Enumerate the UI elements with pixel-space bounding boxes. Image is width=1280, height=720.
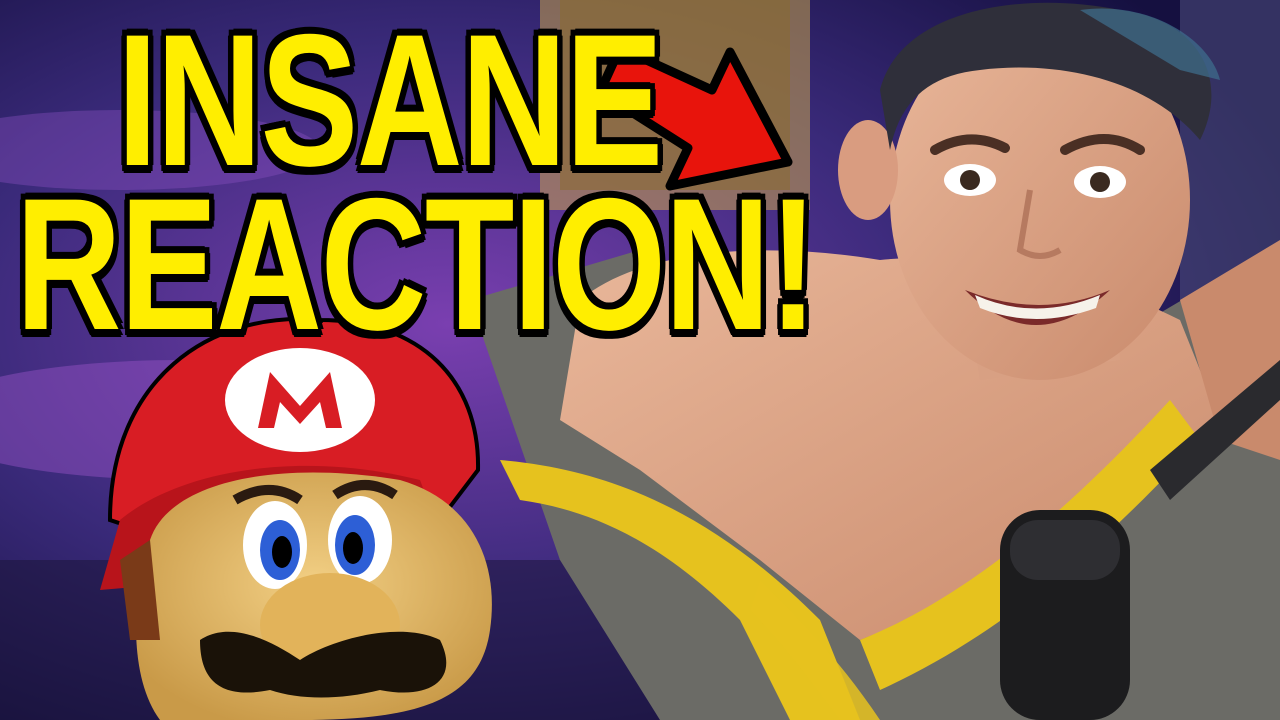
video-thumbnail: INSANE REACTION! — [0, 0, 1280, 720]
headline-line-2: REACTION! — [15, 159, 818, 369]
mario-head-illustration — [100, 317, 492, 720]
